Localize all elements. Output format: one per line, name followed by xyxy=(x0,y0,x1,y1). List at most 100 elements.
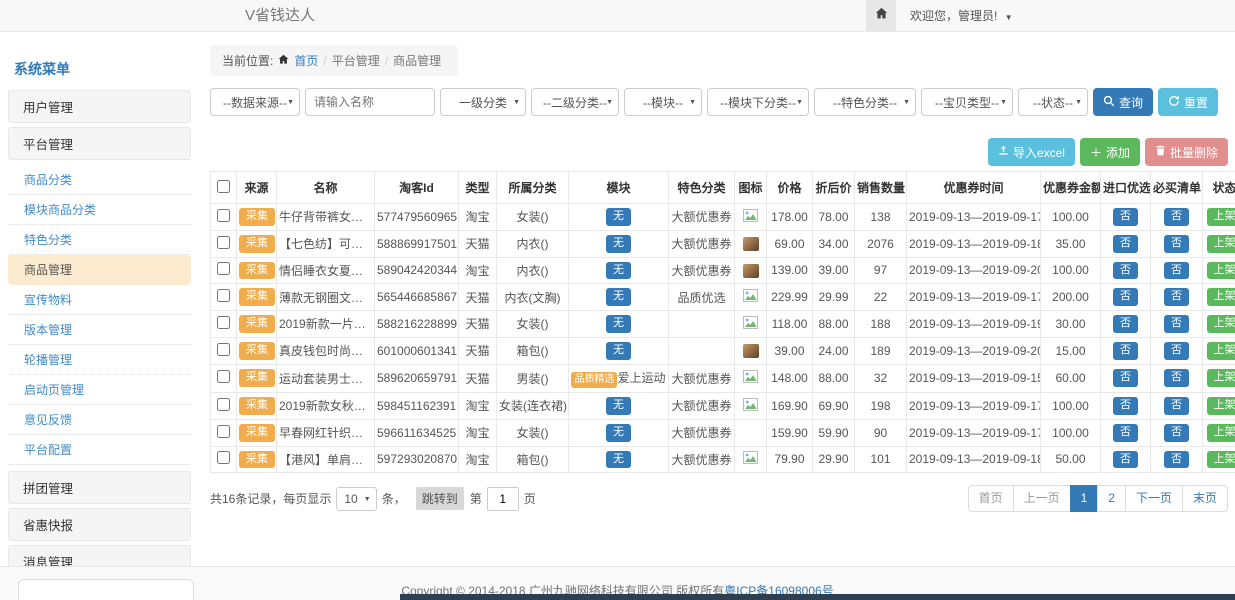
must-buy-toggle[interactable]: 否 xyxy=(1164,288,1189,306)
must-buy-toggle[interactable]: 否 xyxy=(1164,235,1189,253)
breadcrumb-platform-link[interactable]: 平台管理 xyxy=(332,52,380,69)
source-badge: 采集 xyxy=(239,288,275,306)
import-select-toggle[interactable]: 否 xyxy=(1113,451,1138,469)
must-buy-toggle[interactable]: 否 xyxy=(1164,262,1189,280)
import-select-toggle[interactable]: 否 xyxy=(1113,262,1138,280)
row-checkbox[interactable] xyxy=(217,316,230,329)
status-badge[interactable]: 上架 xyxy=(1207,451,1235,469)
must-buy-toggle[interactable]: 否 xyxy=(1164,451,1189,469)
import-excel-button[interactable]: 导入excel xyxy=(988,138,1075,166)
last-page-button[interactable]: 末页 xyxy=(1182,485,1228,512)
data-source-select[interactable]: --数据来源-- ▼ xyxy=(210,88,300,116)
search-button[interactable]: 查询 xyxy=(1093,88,1153,116)
import-select-toggle[interactable]: 否 xyxy=(1113,208,1138,226)
row-checkbox[interactable] xyxy=(217,398,230,411)
prev-page-button[interactable]: 上一页 xyxy=(1013,485,1071,512)
sidebar-sub-item[interactable]: 轮播管理 xyxy=(8,345,191,375)
page-number-button[interactable]: 1 xyxy=(1070,485,1099,512)
import-select-toggle[interactable]: 否 xyxy=(1113,369,1138,387)
name-search-input[interactable] xyxy=(305,88,435,116)
module-badge[interactable]: 无 xyxy=(606,397,631,415)
sidebar-sub-item[interactable]: 意见反馈 xyxy=(8,405,191,435)
row-checkbox[interactable] xyxy=(217,236,230,249)
first-page-button[interactable]: 首页 xyxy=(968,485,1014,512)
sidebar-sub-item[interactable]: 宣传物料 xyxy=(8,285,191,315)
row-checkbox[interactable] xyxy=(217,262,230,275)
module-badge[interactable]: 无 xyxy=(606,424,631,442)
feature-category-select[interactable]: --特色分类-- ▼ xyxy=(814,88,916,116)
breadcrumb-home-link[interactable]: 首页 xyxy=(294,52,318,69)
row-checkbox[interactable] xyxy=(217,209,230,222)
status-badge[interactable]: 上架 xyxy=(1207,315,1235,333)
sidebar-sub-item[interactable]: 版本管理 xyxy=(8,315,191,345)
next-page-button[interactable]: 下一页 xyxy=(1125,485,1183,512)
row-checkbox[interactable] xyxy=(217,343,230,356)
module-badge[interactable]: 无 xyxy=(606,262,631,280)
jump-prefix: 第 xyxy=(470,490,482,507)
must-buy-toggle[interactable]: 否 xyxy=(1164,397,1189,415)
status-badge[interactable]: 上架 xyxy=(1207,397,1235,415)
module-badge[interactable]: 无 xyxy=(606,342,631,360)
sidebar-group-item[interactable]: 拼团管理 xyxy=(8,471,191,504)
module-select[interactable]: --模块-- ▼ xyxy=(624,88,702,116)
level2-category-select[interactable]: --二级分类-- ▼ xyxy=(531,88,619,116)
row-checkbox[interactable] xyxy=(217,370,230,383)
per-page-select[interactable]: 10 ▼ xyxy=(336,487,376,511)
user-menu[interactable]: 欢迎您，管理员! ▼ xyxy=(910,7,1013,24)
status-select[interactable]: --状态-- ▼ xyxy=(1018,88,1088,116)
import-select-toggle[interactable]: 否 xyxy=(1113,424,1138,442)
column-header: 所属分类 xyxy=(497,172,569,204)
sidebar-group-item[interactable]: 平台管理 xyxy=(8,127,191,160)
home-button[interactable] xyxy=(866,0,896,31)
must-buy-toggle[interactable]: 否 xyxy=(1164,208,1189,226)
reset-button[interactable]: 重置 xyxy=(1158,88,1218,116)
status-badge[interactable]: 上架 xyxy=(1207,235,1235,253)
page-number-button[interactable]: 2 xyxy=(1097,485,1126,512)
import-select-toggle[interactable]: 否 xyxy=(1113,288,1138,306)
caret-down-icon: ▼ xyxy=(1005,13,1013,22)
jump-page-input[interactable] xyxy=(487,487,519,511)
module-badge[interactable]: 品质精选 xyxy=(571,372,617,389)
sidebar-sub-item[interactable]: 平台配置 xyxy=(8,435,191,465)
import-select-toggle[interactable]: 否 xyxy=(1113,235,1138,253)
source-badge: 采集 xyxy=(239,235,275,253)
module-badge[interactable]: 无 xyxy=(606,288,631,306)
sidebar-sub-item[interactable]: 特色分类 xyxy=(8,225,191,255)
must-buy-toggle[interactable]: 否 xyxy=(1164,369,1189,387)
module-sub-select[interactable]: --模块下分类-- ▼ xyxy=(707,88,809,116)
status-badge[interactable]: 上架 xyxy=(1207,342,1235,360)
must-buy-toggle[interactable]: 否 xyxy=(1164,342,1189,360)
select-all-checkbox[interactable] xyxy=(217,180,230,193)
row-checkbox[interactable] xyxy=(217,289,230,302)
source-badge: 采集 xyxy=(239,342,275,360)
status-badge[interactable]: 上架 xyxy=(1207,208,1235,226)
import-select-toggle[interactable]: 否 xyxy=(1113,342,1138,360)
import-select-toggle[interactable]: 否 xyxy=(1113,315,1138,333)
must-buy-toggle[interactable]: 否 xyxy=(1164,424,1189,442)
batch-delete-button[interactable]: 批量删除 xyxy=(1145,138,1228,166)
column-header: 淘客Id xyxy=(375,172,459,204)
breadcrumb: 当前位置: 首页 / 平台管理 / 商品管理 xyxy=(210,45,458,76)
level1-category-select[interactable]: 一级分类 ▼ xyxy=(440,88,526,116)
sidebar-group-item[interactable]: 省惠快报 xyxy=(8,508,191,541)
row-checkbox[interactable] xyxy=(217,425,230,438)
jump-button[interactable]: 跳转到 xyxy=(416,487,464,510)
status-badge[interactable]: 上架 xyxy=(1207,262,1235,280)
status-badge[interactable]: 上架 xyxy=(1207,424,1235,442)
sidebar-sub-item[interactable]: 商品管理 xyxy=(8,255,191,285)
module-badge[interactable]: 无 xyxy=(606,208,631,226)
sidebar-group-item[interactable]: 用户管理 xyxy=(8,90,191,123)
must-buy-toggle[interactable]: 否 xyxy=(1164,315,1189,333)
import-select-toggle[interactable]: 否 xyxy=(1113,397,1138,415)
row-checkbox[interactable] xyxy=(217,451,230,464)
status-badge[interactable]: 上架 xyxy=(1207,288,1235,306)
status-badge[interactable]: 上架 xyxy=(1207,369,1235,387)
sidebar-sub-item[interactable]: 模块商品分类 xyxy=(8,195,191,225)
add-button[interactable]: ＋ 添加 xyxy=(1080,138,1140,166)
item-type-select[interactable]: --宝贝类型-- ▼ xyxy=(921,88,1013,116)
module-badge[interactable]: 无 xyxy=(606,315,631,333)
module-badge[interactable]: 无 xyxy=(606,235,631,253)
module-badge[interactable]: 无 xyxy=(606,451,631,469)
sidebar-sub-item[interactable]: 启动页管理 xyxy=(8,375,191,405)
sidebar-sub-item[interactable]: 商品分类 xyxy=(8,165,191,195)
